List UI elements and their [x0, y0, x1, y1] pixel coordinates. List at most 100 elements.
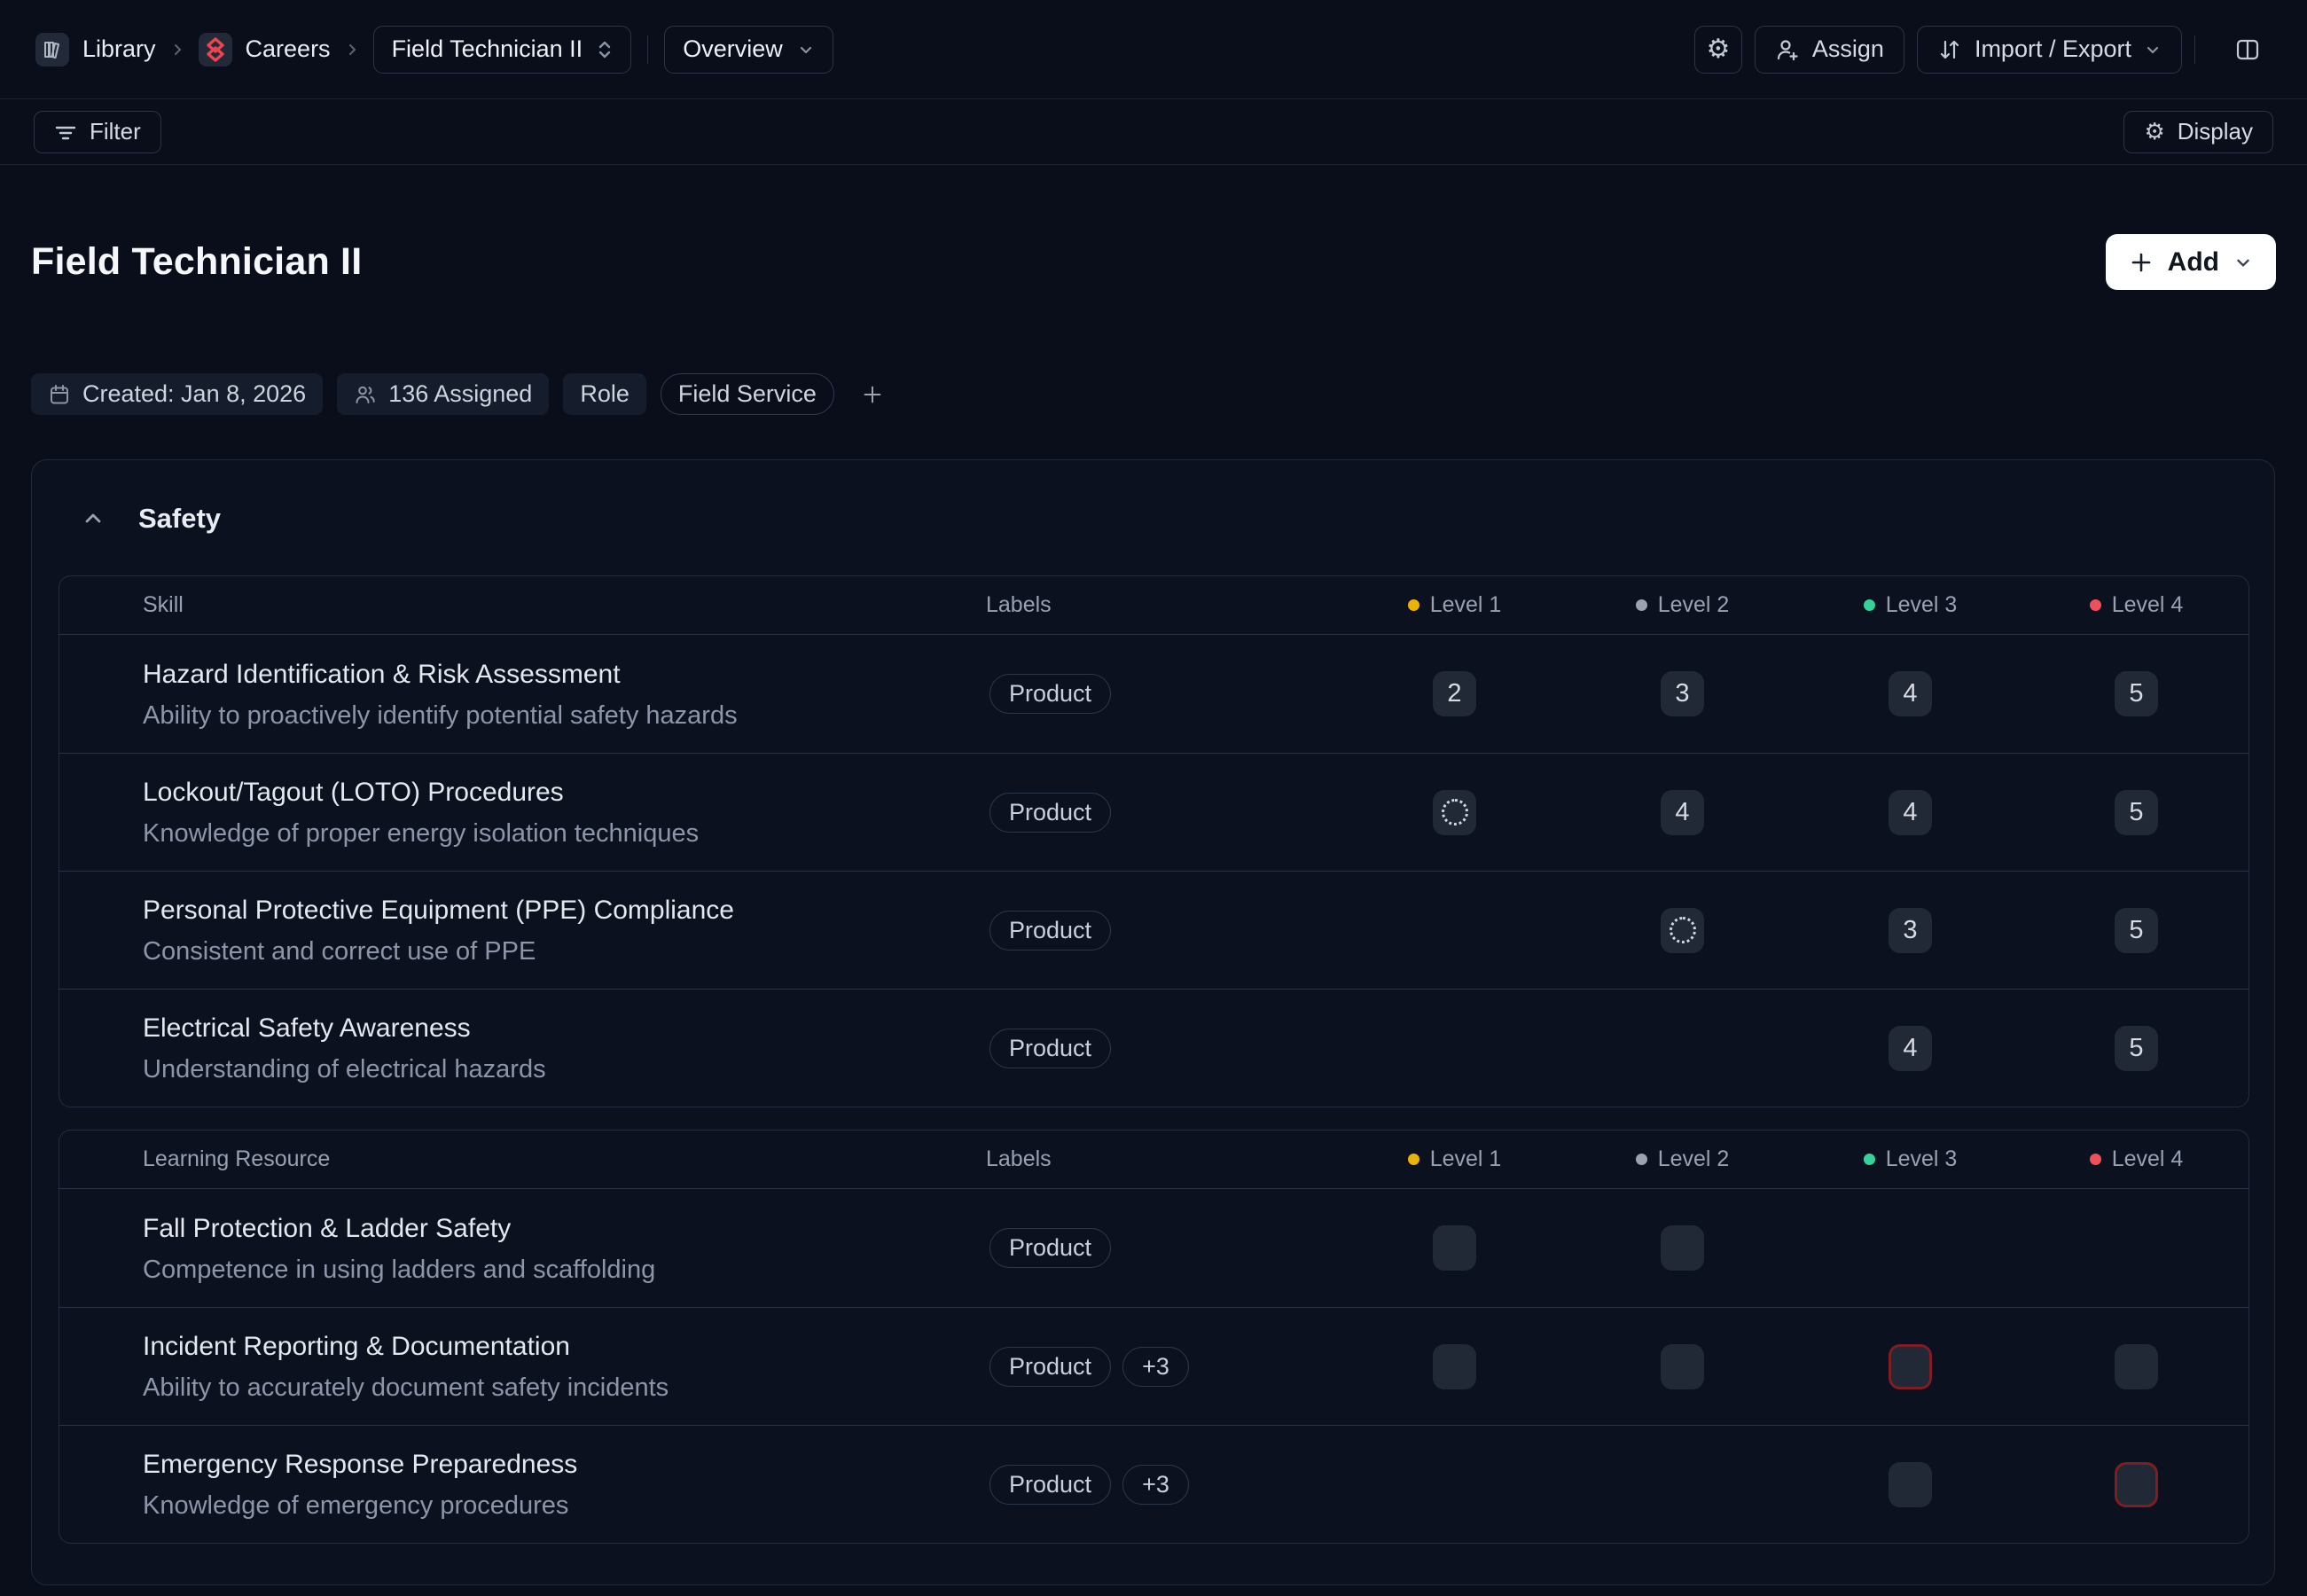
- labels-column-header: Labels: [986, 592, 1341, 618]
- level-dot-icon: [1864, 599, 1875, 611]
- level-value-chip[interactable]: 4: [1889, 1026, 1932, 1071]
- empty-level-chip[interactable]: [2115, 1344, 2158, 1389]
- skill-cell[interactable]: Lockout/Tagout (LOTO) ProceduresKnowledg…: [59, 753, 986, 871]
- level-label: Level 3: [1886, 592, 1958, 618]
- section-title: Safety: [138, 503, 221, 535]
- side-panel-toggle-button[interactable]: [2224, 26, 2272, 74]
- skill-description: Knowledge of proper energy isolation tec…: [143, 816, 986, 851]
- assign-button[interactable]: Assign: [1755, 26, 1904, 74]
- assigned-badge[interactable]: 136 Assigned: [337, 373, 549, 415]
- level-value-chip[interactable]: 5: [2115, 908, 2158, 953]
- level-cell: [1341, 753, 1568, 871]
- level-cell: 5: [2024, 871, 2248, 989]
- label-pill[interactable]: Product: [989, 793, 1111, 833]
- alert-level-chip[interactable]: [2115, 1462, 2158, 1507]
- chevron-up-icon: [82, 507, 105, 530]
- level-value-chip[interactable]: 4: [1889, 790, 1932, 835]
- level-cell: [2024, 1189, 2248, 1307]
- labels-cell: Product: [986, 753, 1341, 871]
- person-add-icon: [1775, 37, 1800, 62]
- panel-columns-icon: [2234, 36, 2261, 63]
- empty-level-chip[interactable]: [1889, 1462, 1932, 1507]
- filter-button[interactable]: Filter: [34, 111, 161, 153]
- level-label: Level 4: [2112, 592, 2184, 618]
- breadcrumb-library-label: Library: [82, 35, 156, 63]
- role-badge[interactable]: Role: [563, 373, 646, 415]
- more-labels-pill[interactable]: +3: [1122, 1465, 1189, 1505]
- name-column-header: Skill: [59, 592, 986, 618]
- level-value-chip[interactable]: 2: [1433, 671, 1476, 716]
- level-value-chip[interactable]: 3: [1661, 671, 1704, 716]
- empty-level-chip[interactable]: [1661, 1225, 1704, 1271]
- alert-level-chip[interactable]: [1889, 1344, 1932, 1389]
- table-row: Lockout/Tagout (LOTO) ProceduresKnowledg…: [59, 753, 2248, 871]
- skill-cell[interactable]: Electrical Safety AwarenessUnderstanding…: [59, 989, 986, 1107]
- plus-icon: [861, 383, 884, 406]
- label-pill[interactable]: Product: [989, 1347, 1111, 1387]
- skill-cell[interactable]: Hazard Identification & Risk AssessmentA…: [59, 635, 986, 753]
- app-root: Library Careers Field Technician II: [0, 0, 2307, 1596]
- loading-chip[interactable]: [1433, 790, 1476, 835]
- collapse-section-button[interactable]: [78, 504, 108, 534]
- spinner-icon: [1670, 917, 1696, 943]
- loading-chip[interactable]: [1661, 908, 1704, 953]
- breadcrumb-library[interactable]: Library: [35, 33, 156, 66]
- import-export-button[interactable]: Import / Export: [1917, 26, 2182, 74]
- level-value-chip[interactable]: 5: [2115, 790, 2158, 835]
- level-label: Level 2: [1658, 592, 1730, 618]
- more-labels-pill[interactable]: +3: [1122, 1347, 1189, 1387]
- skill-description: Understanding of electrical hazards: [143, 1052, 986, 1087]
- table-row: Emergency Response PreparednessKnowledge…: [59, 1425, 2248, 1543]
- level-cell: 3: [1796, 871, 2024, 989]
- level-cell: [1568, 871, 1796, 989]
- spinner-icon: [1442, 799, 1468, 825]
- skill-cell[interactable]: Emergency Response PreparednessKnowledge…: [59, 1425, 986, 1543]
- label-pill[interactable]: Product: [989, 911, 1111, 951]
- level-value-chip[interactable]: 5: [2115, 671, 2158, 716]
- level-cell: [1341, 871, 1568, 989]
- add-tag-button[interactable]: [852, 374, 893, 415]
- name-column-header: Learning Resource: [59, 1146, 986, 1172]
- empty-level-chip[interactable]: [1661, 1344, 1704, 1389]
- level-value-chip[interactable]: 4: [1889, 671, 1932, 716]
- entity-selector[interactable]: Field Technician II: [373, 26, 632, 74]
- empty-level-chip[interactable]: [1433, 1225, 1476, 1271]
- level-dot-icon: [2090, 1154, 2101, 1165]
- level-cell: 5: [2024, 753, 2248, 871]
- level-cell: [1796, 1307, 2024, 1425]
- settings-button[interactable]: ⚙: [1694, 26, 1742, 74]
- level-column-header: Level 2: [1568, 1146, 1796, 1172]
- empty-level-chip[interactable]: [1433, 1344, 1476, 1389]
- level-dot-icon: [1636, 599, 1647, 611]
- skill-cell[interactable]: Fall Protection & Ladder SafetyCompetenc…: [59, 1189, 986, 1307]
- level-cell: [1568, 989, 1796, 1107]
- created-badge[interactable]: Created: Jan 8, 2026: [31, 373, 323, 415]
- department-tag[interactable]: Field Service: [661, 373, 834, 415]
- breadcrumb-careers-label: Careers: [246, 35, 331, 63]
- top-bar: Library Careers Field Technician II: [0, 0, 2307, 99]
- label-pill[interactable]: Product: [989, 674, 1111, 714]
- level-column-header: Level 3: [1796, 1146, 2024, 1172]
- level-cell: [1341, 1189, 1568, 1307]
- labels-cell: Product: [986, 1189, 1341, 1307]
- breadcrumb-careers[interactable]: Careers: [199, 33, 331, 66]
- level-value-chip[interactable]: 4: [1661, 790, 1704, 835]
- labels-cell: Product +3: [986, 1307, 1341, 1425]
- chevron-down-icon: [797, 41, 815, 59]
- level-label: Level 1: [1430, 592, 1502, 618]
- level-value-chip[interactable]: 3: [1889, 908, 1932, 953]
- skill-description: Competence in using ladders and scaffold…: [143, 1252, 986, 1287]
- level-value-chip[interactable]: 5: [2115, 1026, 2158, 1071]
- skill-cell[interactable]: Incident Reporting & DocumentationAbilit…: [59, 1307, 986, 1425]
- label-pill[interactable]: Product: [989, 1228, 1111, 1268]
- view-selector[interactable]: Overview: [664, 26, 833, 74]
- skill-table: SkillLabels Level 1 Level 2 Level 3 Level 4 H…: [59, 575, 2249, 1107]
- display-button[interactable]: ⚙ Display: [2123, 111, 2273, 153]
- level-cell: 4: [1796, 989, 2024, 1107]
- add-button[interactable]: Add: [2106, 234, 2276, 290]
- level-cell: [2024, 1425, 2248, 1543]
- level-label: Level 1: [1430, 1146, 1502, 1172]
- label-pill[interactable]: Product: [989, 1465, 1111, 1505]
- label-pill[interactable]: Product: [989, 1029, 1111, 1068]
- skill-cell[interactable]: Personal Protective Equipment (PPE) Comp…: [59, 871, 986, 989]
